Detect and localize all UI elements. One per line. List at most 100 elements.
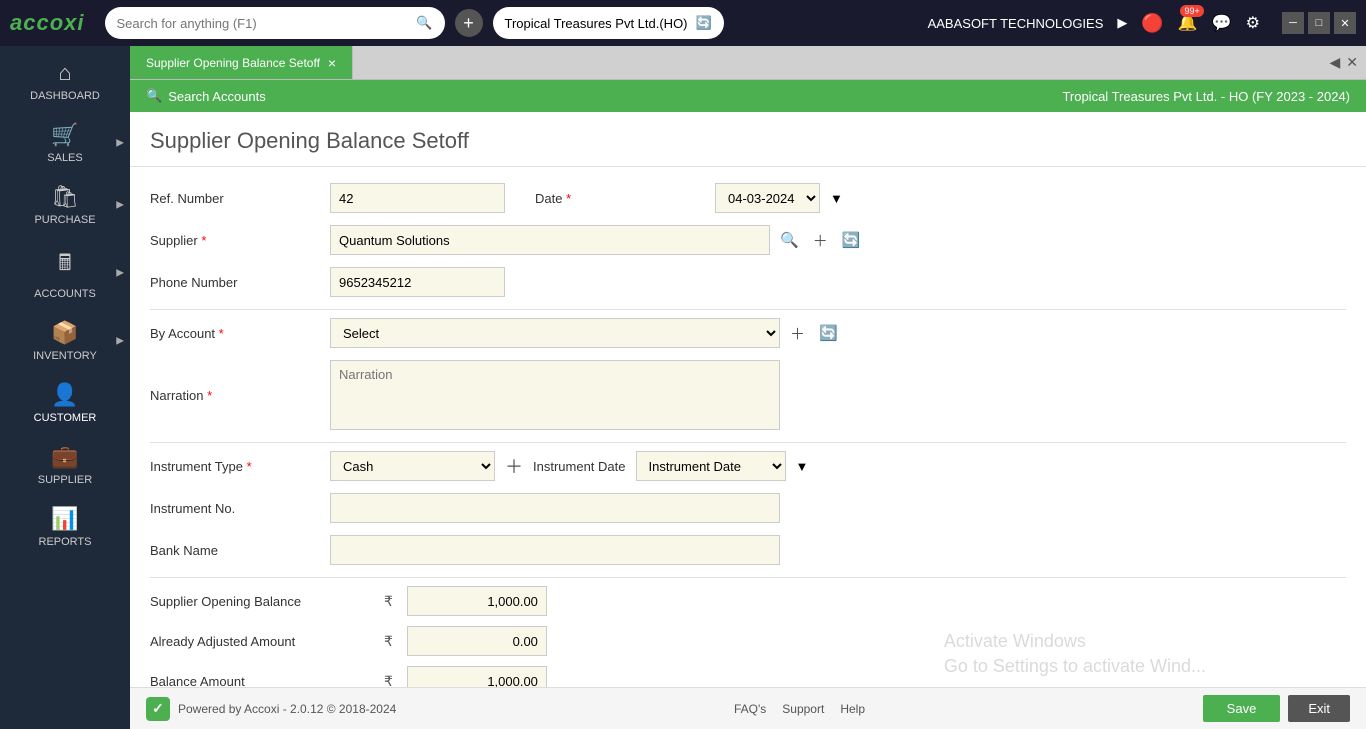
sidebar-item-sales[interactable]: 🛒 SALES ▶ — [0, 112, 130, 174]
currency-symbol-3: ₹ — [380, 673, 397, 688]
search-bar[interactable]: 🔍 — [105, 7, 445, 39]
user-icon: ▶ — [1117, 15, 1127, 31]
currency-symbol-1: ₹ — [380, 593, 397, 610]
tab-supplier-opening-balance-setoff[interactable]: Supplier Opening Balance Setoff × — [130, 46, 353, 79]
instrument-no-input[interactable] — [330, 493, 780, 523]
supplier-opening-balance-row: Supplier Opening Balance ₹ — [150, 586, 1346, 616]
reports-icon: 📊 — [51, 506, 78, 532]
narration-textarea[interactable] — [330, 360, 780, 430]
refresh-icon[interactable]: 🔄 — [696, 15, 712, 31]
supplier-input-group: 🔍 ＋ 🔄 — [330, 225, 864, 255]
window-controls: ─ □ ✕ — [1282, 12, 1356, 34]
sidebar-item-dashboard[interactable]: ⌂ DASHBOARD — [0, 50, 130, 112]
topbar: accoxi 🔍 + Tropical Treasures Pvt Ltd.(H… — [0, 0, 1366, 46]
already-adjusted-input[interactable] — [407, 626, 547, 656]
sidebar-label-customer: CUSTOMER — [34, 412, 97, 424]
exit-button[interactable]: Exit — [1288, 695, 1350, 722]
instrument-type-label: Instrument Type * — [150, 459, 320, 474]
balance-amount-label: Balance Amount — [150, 674, 370, 688]
tab-arrow-right-icon[interactable]: ✕ — [1346, 54, 1358, 71]
already-adjusted-row: Already Adjusted Amount ₹ — [150, 626, 1346, 656]
powered-by-text: Powered by Accoxi - 2.0.12 © 2018-2024 — [178, 702, 396, 716]
sidebar-label-dashboard: DASHBOARD — [30, 90, 100, 102]
instrument-date-select[interactable]: Instrument Date — [636, 451, 786, 481]
search-input[interactable] — [117, 16, 409, 31]
sidebar-item-inventory[interactable]: 📦 INVENTORY ▶ — [0, 310, 130, 372]
divider-3 — [150, 577, 1346, 578]
topbar-right: AABASOFT TECHNOLOGIES ▶ 🔴 🔔 99+ 💬 ⚙ ─ □ … — [928, 12, 1356, 34]
save-button[interactable]: Save — [1203, 695, 1281, 722]
by-account-label: By Account * — [150, 326, 320, 341]
instrument-plus-icon[interactable]: ＋ — [505, 453, 523, 479]
chevron-right-icon-inventory: ▶ — [116, 336, 124, 347]
supplier-refresh-icon[interactable]: 🔄 — [838, 229, 865, 251]
maximize-button[interactable]: □ — [1308, 12, 1330, 34]
supplier-add-icon[interactable]: ＋ — [809, 228, 832, 253]
footer: ✓ Powered by Accoxi - 2.0.12 © 2018-2024… — [130, 687, 1366, 729]
company-name: Tropical Treasures Pvt Ltd.(HO) — [505, 16, 688, 31]
close-button[interactable]: ✕ — [1334, 12, 1356, 34]
bank-name-input[interactable] — [330, 535, 780, 565]
company-selector[interactable]: Tropical Treasures Pvt Ltd.(HO) 🔄 — [493, 7, 724, 39]
sidebar-item-purchase[interactable]: 🛍 PURCHASE ▶ — [0, 174, 130, 236]
bank-name-row: Bank Name — [150, 535, 1346, 565]
notifications-icon[interactable]: 🔔 99+ — [1178, 13, 1198, 33]
supplier-opening-balance-input[interactable] — [407, 586, 547, 616]
customer-icon: 👤 — [51, 382, 78, 408]
instrument-date-dropdown-icon: ▼ — [796, 459, 809, 474]
company-info: Tropical Treasures Pvt Ltd. - HO (FY 202… — [1062, 89, 1350, 104]
tab-bar: Supplier Opening Balance Setoff × ◀ ✕ — [130, 46, 1366, 80]
footer-logo: ✓ — [146, 697, 170, 721]
sidebar-label-inventory: INVENTORY — [33, 350, 97, 362]
date-select[interactable]: 04-03-2024 — [715, 183, 820, 213]
sidebar-item-supplier[interactable]: 💼 SUPPLIER — [0, 434, 130, 496]
sidebar-item-reports[interactable]: 📊 REPORTS — [0, 496, 130, 558]
support-link[interactable]: Support — [782, 702, 824, 716]
messages-icon[interactable]: 💬 — [1212, 13, 1232, 33]
supplier-row: Supplier * 🔍 ＋ 🔄 — [150, 225, 1346, 255]
instrument-type-select[interactable]: Cash — [330, 451, 495, 481]
window-area: Supplier Opening Balance Setoff × ◀ ✕ 🔍 … — [130, 46, 1366, 729]
search-accounts-btn[interactable]: 🔍 Search Accounts — [146, 88, 266, 104]
add-button[interactable]: + — [455, 9, 483, 37]
supplier-input[interactable] — [330, 225, 770, 255]
currency-symbol-2: ₹ — [380, 633, 397, 650]
dashboard-icon: ⌂ — [58, 60, 71, 86]
sidebar-label-sales: SALES — [47, 152, 82, 164]
by-account-add-icon[interactable]: ＋ — [786, 321, 809, 346]
supplier-label: Supplier * — [150, 233, 320, 248]
by-account-select[interactable]: Select — [330, 318, 780, 348]
faqs-link[interactable]: FAQ's — [734, 702, 766, 716]
divider-2 — [150, 442, 1346, 443]
search-accounts-icon: 🔍 — [146, 88, 162, 104]
instrument-date-label: Instrument Date — [533, 459, 626, 474]
supplier-icon: 💼 — [51, 444, 78, 470]
date-dropdown-icon: ▼ — [830, 191, 843, 206]
chevron-right-icon-purchase: ▶ — [116, 200, 124, 211]
supplier-search-icon[interactable]: 🔍 — [776, 229, 803, 251]
instrument-no-row: Instrument No. — [150, 493, 1346, 523]
search-icon[interactable]: 🔍 — [416, 15, 432, 31]
main-layout: ⌂ DASHBOARD 🛒 SALES ▶ 🛍 PURCHASE ▶ 🖩 ACC… — [0, 46, 1366, 729]
sidebar-label-reports: REPORTS — [39, 536, 92, 548]
notifications-badge: 99+ — [1180, 5, 1203, 17]
phone-input[interactable] — [330, 267, 505, 297]
footer-left: ✓ Powered by Accoxi - 2.0.12 © 2018-2024 — [146, 697, 396, 721]
form-container: Supplier Opening Balance Setoff Ref. Num… — [130, 112, 1366, 687]
content-area: 🔍 Search Accounts Tropical Treasures Pvt… — [130, 80, 1366, 729]
tab-actions: ◀ ✕ — [1329, 54, 1366, 71]
ref-number-input[interactable] — [330, 183, 505, 213]
tab-label: Supplier Opening Balance Setoff — [146, 56, 320, 70]
sidebar-item-customer[interactable]: 👤 CUSTOMER — [0, 372, 130, 434]
balance-amount-input[interactable] — [407, 666, 547, 687]
sidebar-label-purchase: PURCHASE — [34, 214, 95, 226]
instrument-type-row: Instrument Type * Cash ＋ Instrument Date… — [150, 451, 1346, 481]
settings-icon[interactable]: ⚙ — [1246, 13, 1260, 33]
by-account-refresh-icon[interactable]: 🔄 — [815, 322, 842, 344]
help-link[interactable]: Help — [840, 702, 865, 716]
tab-close-icon[interactable]: × — [328, 55, 336, 71]
divider-1 — [150, 309, 1346, 310]
minimize-button[interactable]: ─ — [1282, 12, 1304, 34]
tab-arrow-left-icon[interactable]: ◀ — [1329, 54, 1340, 71]
sidebar-item-accounts[interactable]: 🖩 ACCOUNTS ▶ — [0, 236, 130, 310]
